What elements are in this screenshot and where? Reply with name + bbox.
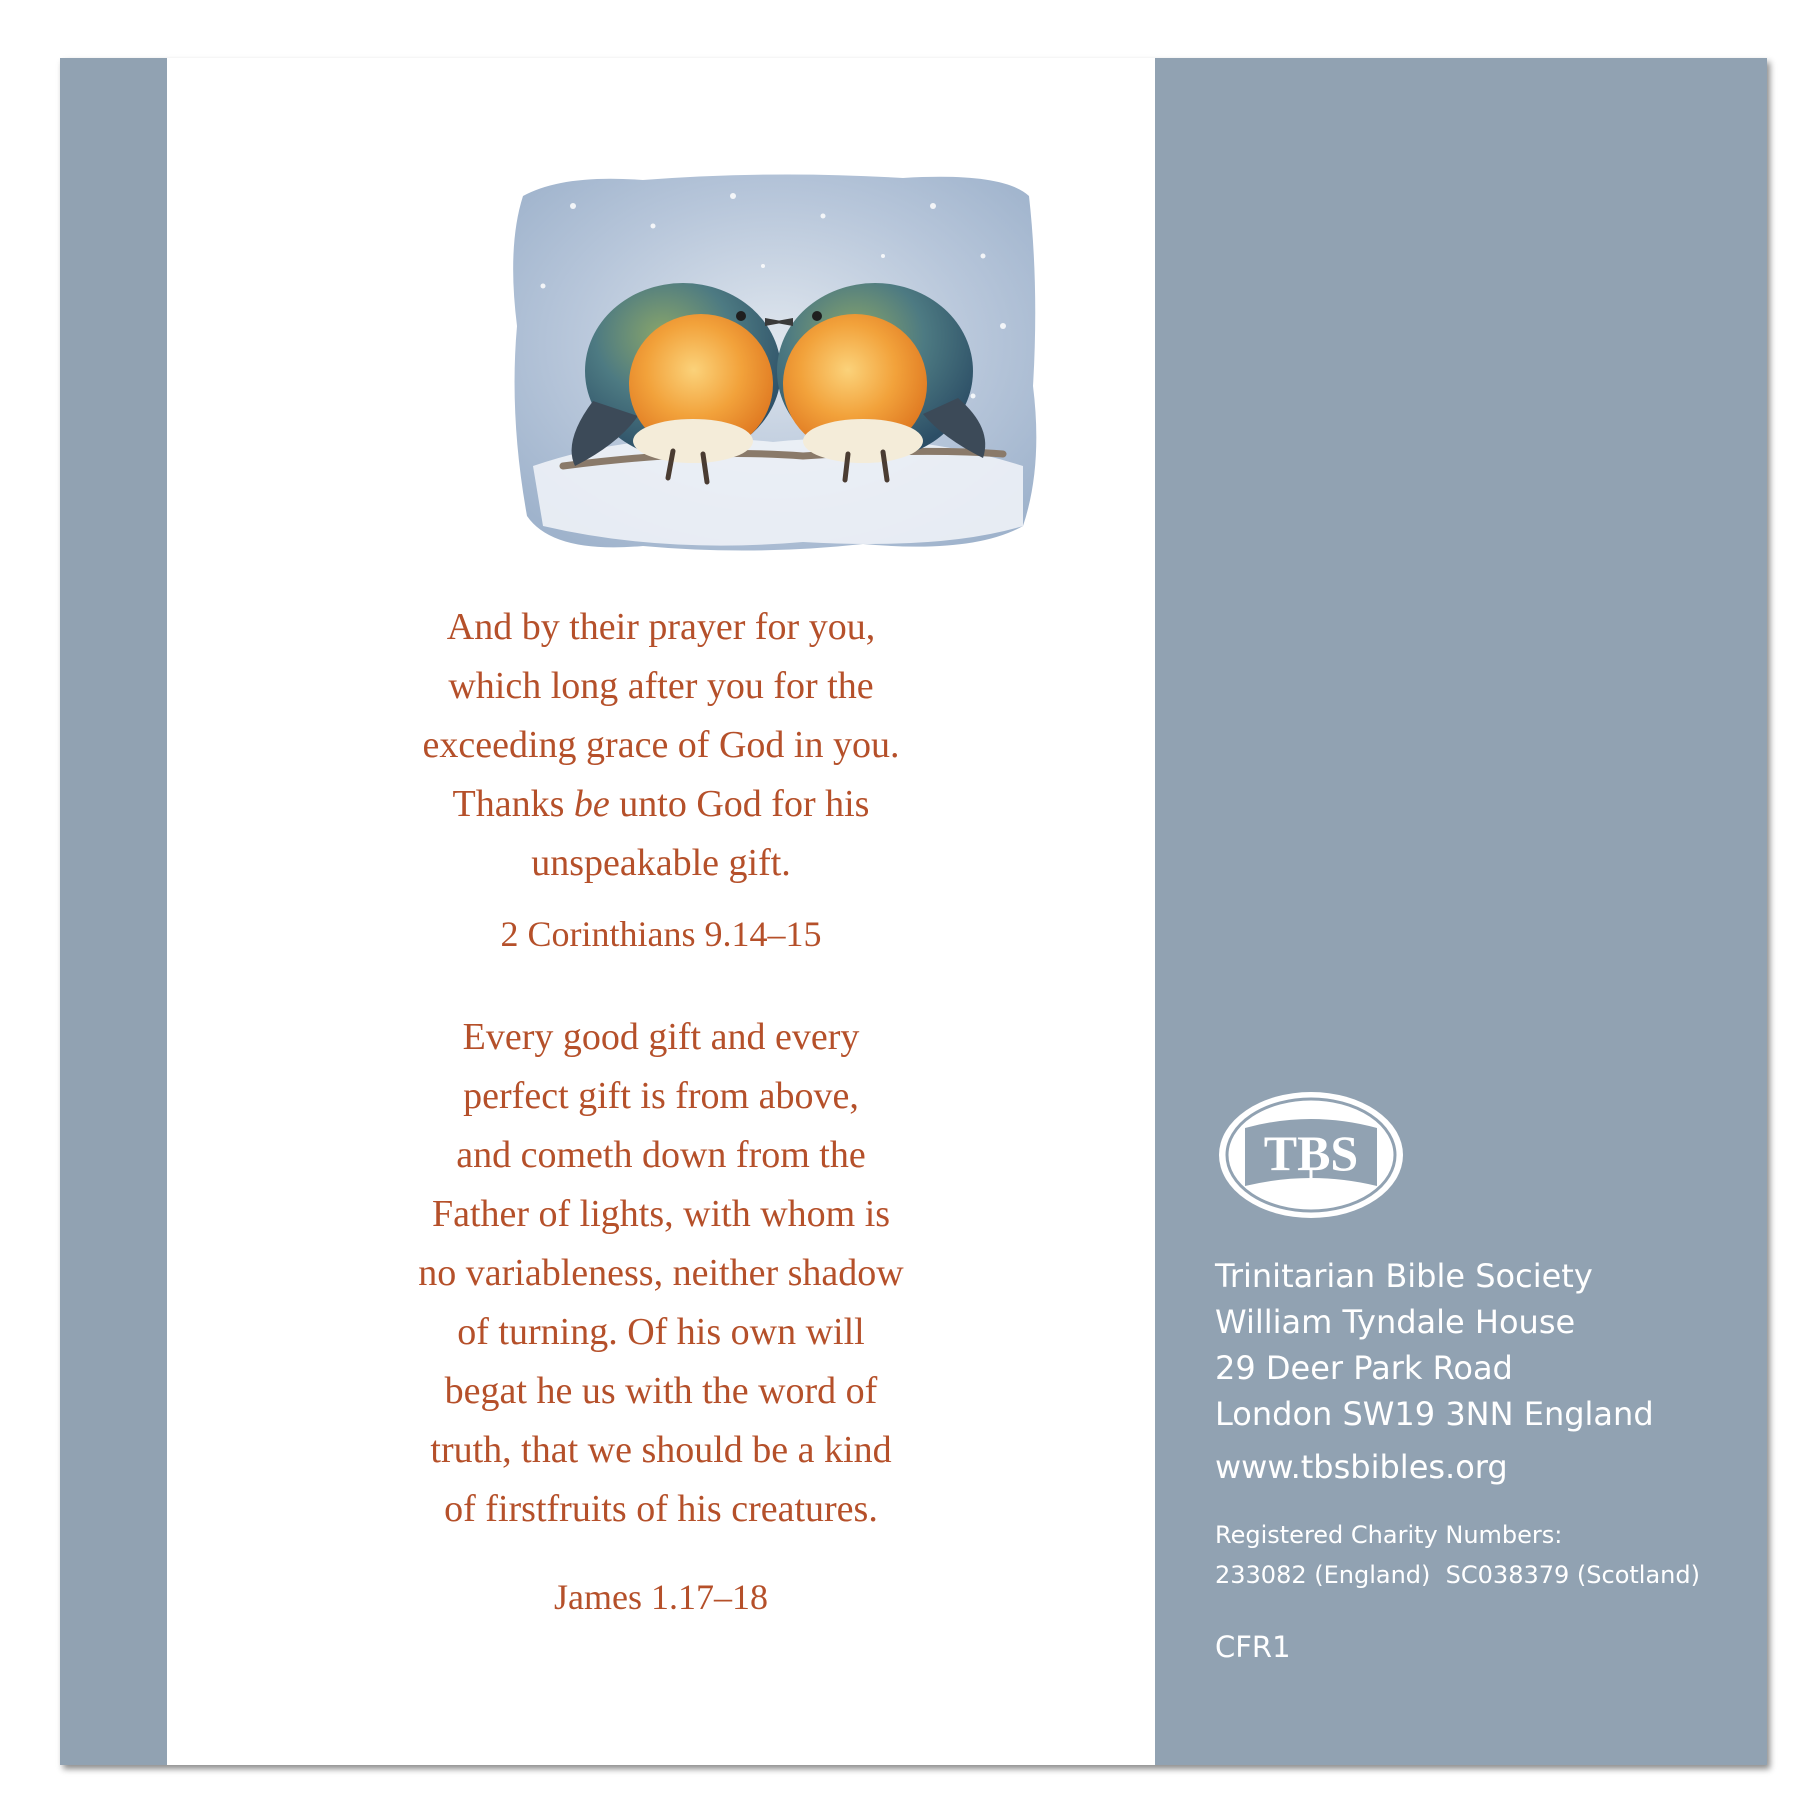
charity-label: Registered Charity Numbers: <box>1215 1521 1563 1549</box>
verse-line: Every good gift and every <box>462 1016 860 1058</box>
verse-line: truth, that we should be a kind <box>430 1429 892 1471</box>
verse-text-corinthians: And by their prayer for you, which long … <box>267 598 1055 893</box>
verse-line: and cometh down from the <box>456 1134 866 1176</box>
tbs-logo-icon: TBS <box>1219 1092 1403 1218</box>
website-link[interactable]: www.tbsbibles.org <box>1215 1448 1508 1486</box>
address-line: William Tyndale House <box>1215 1303 1576 1341</box>
verse-line: exceeding grace of God in you. <box>422 724 900 766</box>
verse-reference-corinthians: 2 Corinthians 9.14–15 <box>500 914 822 954</box>
verse-panel: And by their prayer for you, which long … <box>167 58 1155 1765</box>
address-line: London SW19 3NN England <box>1215 1395 1654 1433</box>
verse-line: Father of lights, with whom is <box>431 1193 891 1235</box>
verse-line: And by their prayer for you, <box>446 606 876 648</box>
charity-numbers: 233082 (England) SC038379 (Scotland) <box>1215 1561 1700 1589</box>
verse-reference-james: James 1.17–18 <box>554 1577 768 1617</box>
logo-text: TBS <box>1264 1125 1359 1181</box>
verse-text-james: Every good gift and every perfect gift i… <box>267 1008 1055 1539</box>
postal-address: Trinitarian Bible Society William Tyndal… <box>1215 1253 1654 1437</box>
verse-line: begat he us with the word of <box>444 1370 878 1412</box>
address-line: Trinitarian Bible Society <box>1215 1257 1593 1295</box>
publisher-panel: TBS Trinitarian Bible Society William Ty… <box>1155 58 1767 1765</box>
card: And by their prayer for you, which long … <box>60 58 1767 1765</box>
charity-info: Registered Charity Numbers: 233082 (Engl… <box>1215 1515 1700 1595</box>
verse-line: perfect gift is from above, <box>463 1075 859 1117</box>
verse-line: no variableness, neither shadow <box>418 1252 904 1294</box>
verse-word: Thanks <box>452 783 565 825</box>
two-robins-illustration <box>513 174 1037 551</box>
verse-line: which long after you for the <box>448 665 874 707</box>
product-code: CFR1 <box>1215 1630 1291 1664</box>
verse-line: Thanks be unto God for his <box>267 775 1055 834</box>
verse-line: unspeakable gift. <box>531 842 791 884</box>
verse-word: unto God for his <box>619 783 870 825</box>
address-line: 29 Deer Park Road <box>1215 1349 1513 1387</box>
verse-italic-word: be <box>573 783 610 825</box>
verse-line: of turning. Of his own will <box>457 1311 865 1353</box>
verse-line: of firstfruits of his creatures. <box>444 1488 878 1530</box>
